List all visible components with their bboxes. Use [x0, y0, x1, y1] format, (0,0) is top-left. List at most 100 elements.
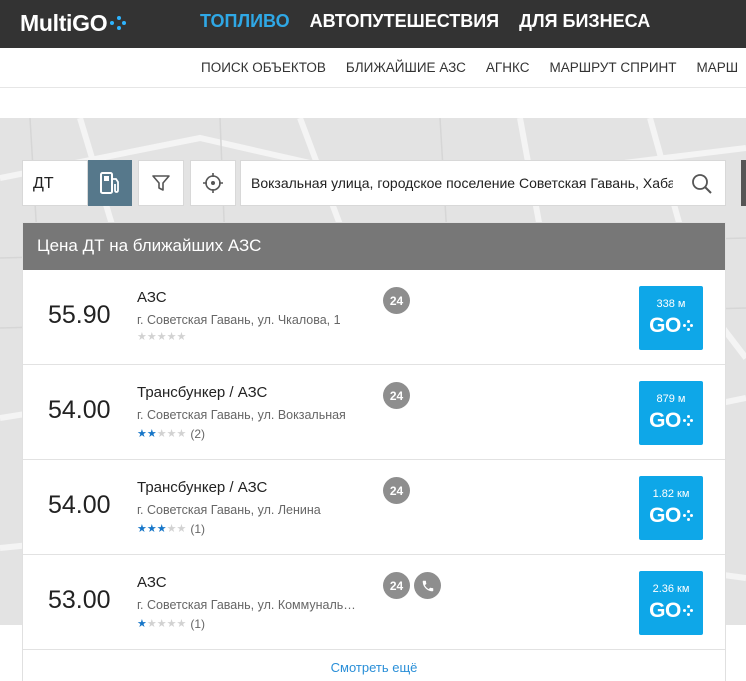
rating-stars: ★★★★★	[137, 522, 187, 535]
search-bar: ДТ Вокзальная улица, городское поселение…	[22, 160, 726, 206]
fuel-pump-icon	[100, 172, 119, 194]
distance-label: 1.82 км	[652, 488, 690, 500]
station-row[interactable]: 54.00 Трансбункер / АЗС г. Советская Гав…	[23, 365, 725, 460]
nav-fuel[interactable]: ТОПЛИВО	[200, 11, 290, 32]
star-icon: ★	[176, 331, 187, 343]
fuel-type-select[interactable]: ДТ	[22, 160, 88, 206]
address-value: Вокзальная улица, городское поселение Со…	[251, 175, 673, 191]
star-icon: ★	[156, 331, 167, 343]
panel-title: Цена ДТ на ближайших АЗС	[23, 223, 725, 270]
station-rating: ★★★★★	[137, 332, 190, 343]
nav-business[interactable]: ДЛЯ БИЗНЕСА	[519, 11, 650, 32]
station-rating: ★★★★★ (1)	[137, 617, 205, 631]
star-icon: ★	[156, 427, 167, 440]
station-name[interactable]: Трансбункер / АЗС	[137, 384, 267, 401]
review-count: (1)	[190, 522, 206, 536]
filter-button[interactable]	[138, 160, 184, 206]
go-label: GO	[649, 314, 681, 337]
fuel-pump-button[interactable]	[88, 160, 132, 206]
star-icon: ★	[137, 522, 147, 535]
fuel-price: 53.00	[48, 586, 111, 614]
rating-stars: ★★★★★	[137, 332, 186, 343]
star-icon: ★	[176, 522, 187, 535]
star-icon: ★	[166, 331, 177, 343]
subnav-search-objects[interactable]: ПОИСК ОБЪЕКТОВ	[201, 60, 326, 75]
nearest-stations-panel: Цена ДТ на ближайших АЗС 55.90 АЗС г. Со…	[22, 222, 726, 681]
review-count: (1)	[190, 617, 206, 631]
star-icon: ★	[137, 427, 147, 440]
phone-glyph-icon	[422, 580, 433, 591]
star-icon: ★	[156, 617, 167, 630]
logo-dots-icon	[110, 13, 127, 33]
station-rating: ★★★★★ (2)	[137, 427, 205, 441]
go-navigate-button[interactable]: 338 м GO	[639, 286, 703, 350]
star-icon: ★	[176, 427, 187, 440]
station-address: г. Советская Гавань, ул. Коммунальная	[137, 598, 362, 612]
star-icon: ★	[166, 427, 177, 440]
search-icon[interactable]	[691, 173, 713, 195]
star-icon: ★	[166, 522, 177, 535]
station-name[interactable]: АЗС	[137, 289, 167, 306]
rating-stars: ★★★★★	[137, 617, 187, 630]
star-icon: ★	[176, 617, 187, 630]
open-24h-badge: 24	[383, 477, 410, 504]
subnav-nearest-stations[interactable]: БЛИЖАЙШИЕ АЗС	[346, 60, 466, 75]
go-label: GO	[649, 504, 681, 527]
star-icon: ★	[146, 331, 157, 343]
station-address: г. Советская Гавань, ул. Чкалова, 1	[137, 313, 341, 327]
nav-road-trips[interactable]: АВТОПУТЕШЕСТВИЯ	[310, 11, 500, 32]
station-badges: 24	[383, 382, 410, 409]
station-address: г. Советская Гавань, ул. Ленина	[137, 503, 321, 517]
go-logo-icon: GO	[639, 599, 703, 623]
star-icon: ★	[146, 522, 157, 535]
fuel-price: 54.00	[48, 491, 111, 519]
star-icon: ★	[166, 617, 177, 630]
star-icon: ★	[156, 522, 167, 535]
station-badges: 24	[383, 287, 410, 314]
go-label: GO	[649, 599, 681, 622]
review-count: (2)	[190, 427, 206, 441]
go-navigate-button[interactable]: 1.82 км GO	[639, 476, 703, 540]
address-input[interactable]: Вокзальная улица, городское поселение Со…	[240, 160, 726, 206]
subnav-cng-stations[interactable]: АГНКС	[486, 60, 530, 75]
station-row[interactable]: 55.90 АЗС г. Советская Гавань, ул. Чкало…	[23, 270, 725, 365]
logo-text: MultiGO	[20, 9, 108, 36]
rating-stars: ★★★★★	[137, 427, 187, 440]
distance-label: 338 м	[656, 298, 686, 310]
top-navigation-bar: MultiGO ТОПЛИВО АВТОПУТЕШЕСТВИЯ ДЛЯ БИЗН…	[0, 0, 746, 48]
go-logo-icon: GO	[639, 314, 703, 338]
locate-icon	[203, 173, 223, 193]
scrollbar-edge[interactable]	[741, 160, 746, 206]
star-icon: ★	[137, 617, 147, 630]
subnav-route-truncated[interactable]: МАРШ	[697, 60, 739, 75]
station-row[interactable]: 53.00 АЗС г. Советская Гавань, ул. Комму…	[23, 555, 725, 650]
open-24h-badge: 24	[383, 382, 410, 409]
station-badges: 24	[383, 572, 441, 599]
locate-button[interactable]	[190, 160, 236, 206]
multigo-logo[interactable]: MultiGO	[20, 8, 127, 38]
main-nav: ТОПЛИВО АВТОПУТЕШЕСТВИЯ ДЛЯ БИЗНЕСА	[200, 11, 670, 32]
station-badges: 24	[383, 477, 410, 504]
subnav-sprint-route[interactable]: МАРШРУТ СПРИНТ	[549, 60, 676, 75]
phone-icon[interactable]	[414, 572, 441, 599]
fuel-price: 55.90	[48, 301, 111, 329]
go-logo-icon: GO	[639, 409, 703, 433]
station-address: г. Советская Гавань, ул. Вокзальная	[137, 408, 346, 422]
star-icon: ★	[137, 331, 147, 343]
station-name[interactable]: Трансбункер / АЗС	[137, 479, 267, 496]
station-name[interactable]: АЗС	[137, 574, 167, 591]
star-icon: ★	[146, 617, 157, 630]
fuel-price: 54.00	[48, 396, 111, 424]
station-row[interactable]: 54.00 Трансбункер / АЗС г. Советская Гав…	[23, 460, 725, 555]
filter-icon	[152, 175, 170, 191]
go-navigate-button[interactable]: 879 м GO	[639, 381, 703, 445]
distance-label: 2.36 км	[652, 583, 690, 595]
open-24h-badge: 24	[383, 572, 410, 599]
open-24h-badge: 24	[383, 287, 410, 314]
show-more-link[interactable]: Смотреть ещё	[23, 650, 725, 681]
go-label: GO	[649, 409, 681, 432]
distance-label: 879 м	[656, 393, 686, 405]
station-rating: ★★★★★ (1)	[137, 522, 205, 536]
sub-navigation: ПОИСК ОБЪЕКТОВ БЛИЖАЙШИЕ АЗС АГНКС МАРШР…	[0, 48, 746, 88]
go-navigate-button[interactable]: 2.36 км GO	[639, 571, 703, 635]
